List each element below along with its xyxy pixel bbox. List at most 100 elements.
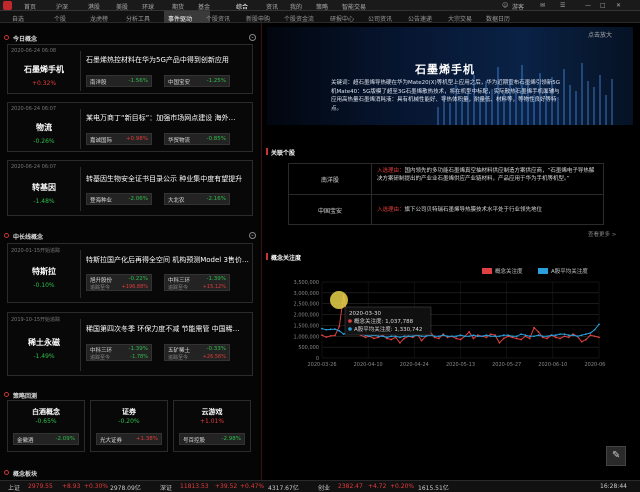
concept-card[interactable]: 2019-10-15开始追踪 稀土永磁 -1.49% 稀国第四次冬季 环保力度不… — [7, 312, 253, 376]
x-tick-label: 2020-06-24 — [584, 362, 606, 368]
card-headline[interactable]: 转基因生物安全证书目录公示 种业集中度有望提升 — [86, 174, 252, 184]
tab-announcements[interactable]: 公告速递 — [408, 14, 432, 23]
stock-chip[interactable]: 号百控股 -2.98% — [179, 433, 245, 445]
stock-change: +1.38% — [135, 436, 158, 442]
index-pct: +0.20% — [390, 483, 415, 490]
data-point — [450, 335, 453, 338]
tab-ipo[interactable]: 新股申购 — [246, 14, 270, 23]
group-card[interactable]: 证券 -0.20% 光大证券 +1.38% — [90, 400, 168, 452]
tracking-return: +26.56% — [202, 354, 226, 360]
mail-icon[interactable]: ✉ — [540, 2, 545, 9]
table-row[interactable]: 南洋股 入选理由：国内领先的多功能石墨烯真空抽材料供应制造方案供应商，“石墨烯电… — [289, 164, 603, 194]
tooltip-swatch — [348, 319, 352, 323]
nav-home[interactable]: 首页 — [24, 2, 36, 11]
group-name[interactable]: 云游戏 — [174, 407, 250, 417]
concept-card[interactable]: 2020-06-24 06:07 转基因 -1.48% 转基因生物安全证书目录公… — [7, 160, 253, 216]
concept-card[interactable]: 2020-06-24 06:08 石墨烯手机 +0.32% 石墨烯热控材料在华为… — [7, 44, 253, 94]
menu-icon[interactable]: ☰ — [560, 2, 565, 9]
stock-chip[interactable]: 中科三环 -1.39% 追踪至今 -1.78% — [86, 344, 152, 361]
stock-chip[interactable]: 旭升股份 -0.22% 追踪至今 +196.88% — [86, 274, 152, 291]
data-point — [593, 328, 596, 331]
nav-global[interactable]: 环球 — [142, 2, 154, 11]
nav-mine[interactable]: 我的 — [290, 2, 302, 11]
stock-chip[interactable]: 中科三环 -1.39% 追踪至今 +15.12% — [164, 274, 230, 291]
concept-name[interactable]: 稀土永磁 — [8, 337, 80, 348]
stock-chip[interactable]: 中国宝安 -1.25% — [164, 75, 230, 87]
concept-name[interactable]: 物流 — [8, 122, 80, 133]
stock-name[interactable]: 南洋股 — [289, 175, 371, 184]
user-name[interactable]: 游客 — [512, 2, 524, 11]
user-icon[interactable]: ☺ — [502, 2, 508, 9]
stock-chip[interactable]: 嘉诚国际 +0.98% — [86, 133, 152, 145]
attention-chart[interactable]: 0500,0001,000,0001,500,0002,000,0002,500… — [266, 260, 606, 375]
stock-name[interactable]: 中国宝安 — [289, 206, 371, 215]
stock-chip[interactable]: 五矿稀土 -0.33% 追踪至今 +26.56% — [164, 344, 230, 361]
index-name[interactable]: 上证 — [8, 483, 20, 492]
stock-chip[interactable]: 大北农 -2.16% — [164, 193, 230, 205]
concept-name[interactable]: 特斯拉 — [8, 266, 80, 277]
enlarge-link[interactable]: 点击放大 — [588, 30, 612, 39]
concept-name[interactable]: 转基因 — [8, 182, 80, 193]
y-tick-label: 500,000 — [298, 345, 319, 351]
tab-company-news[interactable]: 公司资讯 — [368, 14, 392, 23]
view-more-link[interactable]: 查看更多 > — [588, 230, 616, 238]
hero-desc-line: 关键词：超石墨烯导热硬在华为Mate20(X)等机型上应用之后，华为近期宣布石墨… — [331, 80, 560, 86]
data-point — [550, 334, 553, 337]
close-icon[interactable]: ✕ — [616, 2, 621, 9]
tab-stock[interactable]: 个股 — [54, 14, 66, 23]
stock-chip[interactable]: 金徽酒 -2.09% — [13, 433, 79, 445]
tab-event-driven[interactable]: 事件驱动 — [168, 14, 192, 23]
nav-fund[interactable]: 基金 — [198, 2, 210, 11]
group-name[interactable]: 白酒概念 — [8, 407, 84, 417]
stock-chip[interactable]: 华贸物流 -0.85% — [164, 133, 230, 145]
tab-calendar[interactable]: 数据日历 — [486, 14, 510, 23]
tab-research[interactable]: 研报中心 — [330, 14, 354, 23]
nav-futures[interactable]: 期货 — [172, 2, 184, 11]
card-headline[interactable]: 石墨烯热控材料在华为5G产品中得到创新应用 — [86, 55, 252, 65]
tooltip-line1: 概念关注度: 1,037,788 — [354, 317, 414, 325]
concept-card[interactable]: 2020-06-24 06:07 物流 -0.26% 某电万商丁“新目标”：加强… — [7, 102, 253, 152]
nav-us[interactable]: 美股 — [116, 2, 128, 11]
card-headline[interactable]: 特斯拉国产化后再得全空间 机构预测Model 3售价… — [86, 255, 252, 265]
nav-hk[interactable]: 港股 — [88, 2, 100, 11]
concept-card[interactable]: 2020-01-15开始追踪 特斯拉 -0.10% 特斯拉国产化后再得全空间 机… — [7, 243, 253, 303]
table-row[interactable]: 中国宝安 入选理由：旗下公司贝特瑞石墨烯导热膜技术水平处于行业领先地位 — [289, 195, 603, 225]
nav-hs[interactable]: 沪深 — [56, 2, 68, 11]
nav-composite[interactable]: 综合 — [236, 2, 248, 11]
card-headline[interactable]: 稀国第四次冬季 环保力度不减 节能需管 中国稀… — [86, 324, 252, 334]
group-name[interactable]: 证券 — [91, 407, 167, 417]
x-tick-label: 2020-06-10 — [538, 362, 567, 368]
edit-float-button[interactable]: ✎ — [606, 446, 626, 466]
nav-smart-trade[interactable]: 智能交易 — [342, 2, 366, 11]
tab-dragon-tiger[interactable]: 龙虎榜 — [90, 14, 108, 23]
maximize-icon[interactable]: □ — [600, 2, 606, 9]
index-name[interactable]: 深证 — [160, 483, 172, 492]
stock-change: -1.25% — [206, 78, 226, 84]
concept-name[interactable]: 石墨烯手机 — [8, 64, 80, 75]
minimize-icon[interactable]: — — [585, 2, 591, 9]
group-card[interactable]: 白酒概念 -0.65% 金徽酒 -2.09% — [7, 400, 85, 452]
tracking-return: -1.78% — [130, 354, 148, 360]
tab-stock-news[interactable]: 个股资讯 — [206, 14, 230, 23]
data-point — [338, 325, 341, 328]
nav-strategy[interactable]: 策略 — [316, 2, 328, 11]
stock-chip[interactable]: 登海种业 -2.06% — [86, 193, 152, 205]
tab-capital-flow[interactable]: 个股资金流 — [284, 14, 314, 23]
tab-analysis[interactable]: 分析工具 — [126, 14, 150, 23]
stock-chip[interactable]: 南洋股 -1.56% — [86, 75, 152, 87]
index-name[interactable]: 创业 — [318, 483, 330, 492]
tab-watchlist[interactable]: 自选 — [12, 14, 24, 23]
concept-change: -0.26% — [33, 138, 55, 145]
section-concept-groups: 概念板块 — [3, 468, 258, 478]
index-amount: 2978.09亿 — [110, 485, 141, 492]
data-point — [342, 333, 345, 336]
tab-block-trade[interactable]: 大宗交易 — [448, 14, 472, 23]
group-card[interactable]: 云游戏 +1.01% 号百控股 -2.98% — [173, 400, 251, 452]
data-point — [598, 323, 600, 326]
collapse-icon[interactable]: ⌄ — [249, 34, 256, 41]
card-headline[interactable]: 某电万商丁“新目标”：加强市场网点建设 海外… — [86, 113, 252, 123]
stock-chip[interactable]: 光大证券 +1.38% — [96, 433, 162, 445]
hero-desc-line: 应用高热量石墨烯消耗液：具有机械性能好、导热体积量，耐量低、材料等，等物性良好等… — [331, 97, 557, 103]
collapse-icon[interactable]: ⌄ — [249, 232, 256, 239]
nav-news[interactable]: 资讯 — [266, 2, 278, 11]
